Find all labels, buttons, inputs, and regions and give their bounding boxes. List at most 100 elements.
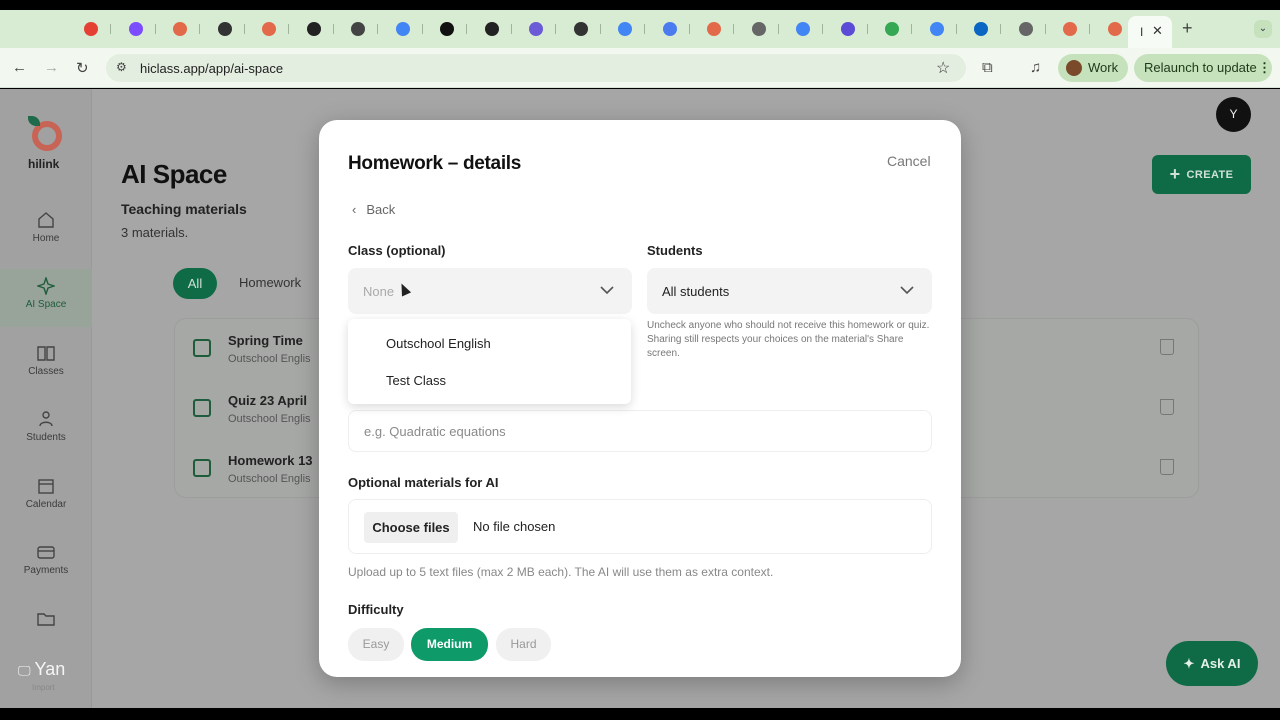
tab-separator [555,24,556,34]
class-dropdown-menu: Outschool English Test Class [348,319,631,404]
trash-icon[interactable] [1160,459,1174,475]
browser-tab-favicon[interactable] [885,22,899,36]
difficulty-hard-button[interactable]: Hard [496,628,551,661]
browser-tab-favicon[interactable] [662,22,677,36]
book-icon [193,459,211,477]
tab-separator [332,24,334,34]
tab-separator [1089,24,1090,34]
class-select[interactable]: None [348,268,632,314]
browser-tab-favicon[interactable] [440,22,454,36]
presenter-sub: Import [32,683,55,692]
browser-tab-favicon[interactable] [128,22,143,36]
materials-count: 3 materials. [121,225,189,240]
sidebar: hilink Home AI Space Classes Students Ca… [0,89,92,708]
dropdown-option-test-class[interactable]: Test Class [386,373,446,388]
relaunch-label: Relaunch to update [1144,60,1257,75]
browser-tab-favicon[interactable] [840,22,855,36]
students-select[interactable]: All students [647,268,932,314]
browser-tab-favicon[interactable] [796,22,810,36]
site-info-icon[interactable]: ⚙ [116,60,127,74]
browser-tab-favicon[interactable] [262,22,276,36]
profile-chip[interactable]: Work [1058,54,1128,82]
browser-tab-favicon[interactable] [618,22,632,36]
menu-kebab-icon[interactable]: ⋮ [1258,54,1271,82]
back-button[interactable]: ‹ Back [352,202,395,217]
tab-separator [733,24,734,34]
new-tab-icon[interactable]: + [1182,18,1193,39]
back-arrow-icon[interactable]: ← [12,59,27,76]
users-icon [39,411,53,427]
tab-separator [288,24,289,34]
trash-icon[interactable] [1160,339,1174,355]
sidebar-item-classes[interactable]: Classes [0,336,92,394]
chevron-left-icon: ‹ [352,202,357,217]
media-control-icon[interactable]: ♫ [1030,59,1041,76]
url-text: hiclass.app/app/ai-space [140,61,284,76]
sidebar-item-label: Calendar [25,499,67,510]
create-label: CREATE [1186,169,1234,181]
logo-leaf [28,116,40,126]
tab-separator [510,24,512,34]
cancel-button[interactable]: Cancel [887,153,931,169]
difficulty-medium-button[interactable]: Medium [411,628,488,661]
sidebar-item-folder[interactable] [0,602,92,660]
tab-search-icon[interactable]: ⌄ [1254,20,1272,38]
browser-tab-favicon[interactable] [751,22,766,36]
browser-tab-favicon[interactable] [707,22,721,36]
relaunch-button[interactable]: Relaunch to update ⋮ [1134,54,1272,82]
book-icon [37,346,55,361]
tab-separator [243,24,245,34]
sidebar-item-students[interactable]: Students [0,402,92,460]
browser-tab-favicon[interactable] [1107,22,1122,36]
choose-files-button[interactable]: Choose files [364,512,458,543]
browser-tab-favicon[interactable] [1018,22,1033,36]
tab-separator [644,24,645,34]
close-tab-icon[interactable]: ✕ [1152,23,1163,39]
reload-icon[interactable]: ↻ [76,59,89,77]
extensions-icon[interactable]: ⧉ [982,59,993,76]
trash-icon[interactable] [1160,399,1174,415]
topic-field[interactable] [348,410,932,452]
home-icon [38,212,54,228]
browser-tab-favicon[interactable] [84,22,98,36]
create-button[interactable]: + CREATE [1152,155,1251,194]
filter-homework-button[interactable]: Homework [239,275,301,290]
sidebar-item-label: Payments [23,565,69,576]
browser-tab-favicon[interactable] [573,22,588,36]
sidebar-item-calendar[interactable]: Calendar [0,469,92,527]
active-tab[interactable]: I ✕ [1128,16,1172,48]
browser-tab-favicon[interactable] [306,22,321,36]
forward-arrow-icon[interactable]: → [44,59,59,76]
browser-toolbar: ← → ↻ ⚙ hiclass.app/app/ai-space ☆ ⧉ ♫ W… [0,48,1280,88]
tab-separator [777,24,779,34]
browser-tab-favicon[interactable] [929,22,944,36]
browser-tab-favicon[interactable] [484,22,499,36]
difficulty-easy-button[interactable]: Easy [348,628,404,661]
browser-tab-favicon[interactable] [974,22,988,36]
address-bar[interactable]: ⚙ hiclass.app/app/ai-space ☆ [106,54,966,82]
sidebar-item-payments[interactable]: Payments [0,535,92,593]
bookmark-star-icon[interactable]: ☆ [936,58,950,78]
dropdown-option-outschool-english[interactable]: Outschool English [386,336,491,351]
filter-all-button[interactable]: All [173,268,217,299]
monitor-icon: 🖵 [18,663,31,678]
tab-separator [688,24,690,34]
browser-tab-favicon[interactable] [395,22,410,36]
tab-separator [599,24,601,34]
difficulty-label: Difficulty [348,602,404,617]
browser-tab-favicon[interactable] [351,22,365,36]
profile-label: Work [1088,60,1119,75]
topic-input[interactable] [349,411,931,451]
browser-tab-favicon[interactable] [217,22,232,36]
tab-separator [822,24,823,34]
sidebar-item-home[interactable]: Home [0,203,92,261]
browser-tab-favicon[interactable] [173,22,187,36]
sidebar-item-ai-space[interactable]: AI Space [0,269,92,327]
presenter-label: 🖵 Yan Import [18,659,66,692]
browser-tab-favicon[interactable] [1063,22,1077,36]
browser-tab-favicon[interactable] [529,22,543,36]
ask-ai-button[interactable]: ✦ Ask AI [1166,641,1258,686]
presenter-name: Yan [34,659,66,679]
sparkle-icon [37,277,55,295]
user-avatar[interactable]: Y [1216,97,1251,132]
